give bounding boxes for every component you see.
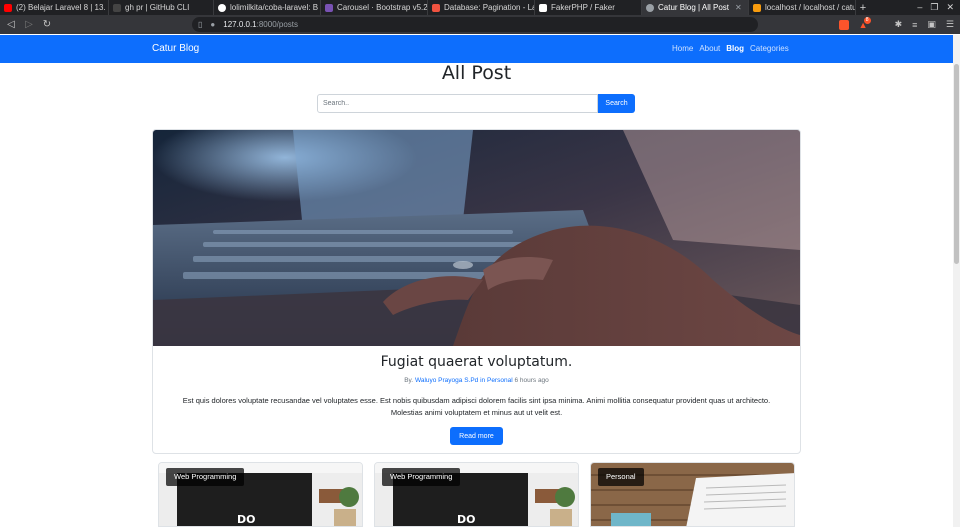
- svg-text:DO: DO: [457, 513, 475, 526]
- tab-title: FakerPHP / Faker: [551, 3, 615, 12]
- category-badge[interactable]: Web Programming: [166, 468, 245, 486]
- meta-in-label: in: [480, 377, 486, 384]
- featured-post-title[interactable]: Fugiat quaerat voluptatum.: [153, 354, 800, 370]
- meta-by-label: By.: [404, 377, 414, 384]
- faker-icon: [539, 3, 547, 12]
- featured-post-meta: By. Waluyo Prayoga S.Pd in Personal 6 ho…: [153, 377, 800, 384]
- browser-tab[interactable]: Database: Pagination - La: [428, 0, 535, 15]
- site-info-icon[interactable]: ●: [210, 20, 215, 29]
- wallet-icon[interactable]: ▣: [927, 19, 936, 30]
- browser-tab[interactable]: localhost / localhost / catu: [749, 0, 856, 15]
- post-card[interactable]: Personal: [590, 462, 795, 527]
- menu-icon[interactable]: ☰: [946, 19, 954, 30]
- page-title: All Post: [441, 62, 512, 84]
- browser-tab[interactable]: lolimilkita/coba-laravel: B: [214, 0, 321, 15]
- post-card[interactable]: DO Web Programming: [158, 462, 363, 527]
- tab-title: Catur Blog | All Post: [658, 3, 729, 12]
- bookmark-icon[interactable]: ▯: [198, 20, 202, 29]
- forward-icon[interactable]: ▷: [24, 19, 34, 30]
- nav-categories[interactable]: Categories: [750, 44, 789, 53]
- playlist-icon[interactable]: ≡: [912, 20, 917, 30]
- browser-tab-active[interactable]: Catur Blog | All Post ✕: [642, 0, 749, 15]
- featured-post-card: Fugiat quaerat voluptatum. By. Waluyo Pr…: [152, 129, 801, 454]
- extensions-icon[interactable]: ✱: [895, 19, 903, 30]
- svg-text:DO: DO: [237, 513, 255, 526]
- browser-tab[interactable]: FakerPHP / Faker: [535, 0, 642, 15]
- toolbar-right: ▲ 8 ✱ ≡ ▣ ☰: [838, 15, 954, 34]
- bootstrap-icon: [325, 3, 333, 12]
- youtube-icon: [4, 3, 12, 12]
- browser-tab-bar: (2) Belajar Laravel 8 | 13. S gh pr | Gi…: [0, 0, 960, 15]
- phpmyadmin-icon: [753, 3, 761, 12]
- brave-rewards-icon[interactable]: ▲ 8: [859, 16, 871, 30]
- featured-post-excerpt: Est quis dolores voluptate recusandae ve…: [182, 396, 771, 417]
- restore-icon[interactable]: ❐: [930, 2, 938, 13]
- search-form: Search: [317, 94, 635, 113]
- nav-blog[interactable]: Blog: [726, 44, 744, 53]
- window-controls: – ❐ ✕: [917, 2, 960, 13]
- new-tab-button[interactable]: +: [856, 2, 870, 14]
- address-bar[interactable]: ▯ ● 127.0.0.1:8000/posts: [192, 17, 758, 32]
- tab-title: lolimilkita/coba-laravel: B: [230, 3, 319, 12]
- tab-title: (2) Belajar Laravel 8 | 13. S: [16, 3, 109, 12]
- back-icon[interactable]: ◁: [6, 19, 16, 30]
- search-input[interactable]: [317, 94, 598, 113]
- category-link[interactable]: Personal: [487, 377, 513, 384]
- tab-title: gh pr | GitHub CLI: [125, 3, 190, 12]
- tab-title: Carousel · Bootstrap v5.2: [337, 3, 428, 12]
- minimize-icon[interactable]: –: [917, 2, 922, 13]
- search-button[interactable]: Search: [598, 94, 635, 113]
- url-text: 127.0.0.1:8000/posts: [223, 20, 298, 29]
- browser-tab[interactable]: (2) Belajar Laravel 8 | 13. S: [0, 0, 109, 15]
- nav-links: Home About Blog Categories: [672, 44, 789, 53]
- tab-title: Database: Pagination - La: [444, 3, 535, 12]
- scrollbar-thumb[interactable]: [954, 64, 959, 264]
- post-time: 6 hours ago: [514, 377, 549, 384]
- brave-shield-icon[interactable]: [838, 19, 849, 30]
- laravel-icon: [432, 3, 440, 12]
- close-icon[interactable]: ✕: [735, 3, 742, 12]
- nav-about[interactable]: About: [699, 44, 720, 53]
- site-navbar: Catur Blog Home About Blog Categories: [0, 35, 953, 63]
- category-badge[interactable]: Personal: [598, 468, 644, 486]
- site-brand[interactable]: Catur Blog: [152, 43, 199, 54]
- author-link[interactable]: Waluyo Prayoga S.Pd: [415, 377, 478, 384]
- category-badge[interactable]: Web Programming: [382, 468, 461, 486]
- nav-home[interactable]: Home: [672, 44, 693, 53]
- post-card[interactable]: DO Web Programming: [374, 462, 579, 527]
- close-window-icon[interactable]: ✕: [946, 2, 954, 13]
- globe-icon: [646, 3, 654, 12]
- browser-tab[interactable]: gh pr | GitHub CLI: [109, 0, 214, 15]
- browser-tab[interactable]: Carousel · Bootstrap v5.2: [321, 0, 428, 15]
- notification-badge: 8: [863, 16, 871, 24]
- reload-icon[interactable]: ↻: [42, 19, 52, 30]
- github-cli-icon: [113, 3, 121, 12]
- tab-title: localhost / localhost / catu: [765, 3, 856, 12]
- featured-post-image: [153, 130, 800, 346]
- read-more-button[interactable]: Read more: [450, 427, 503, 445]
- github-icon: [218, 3, 226, 12]
